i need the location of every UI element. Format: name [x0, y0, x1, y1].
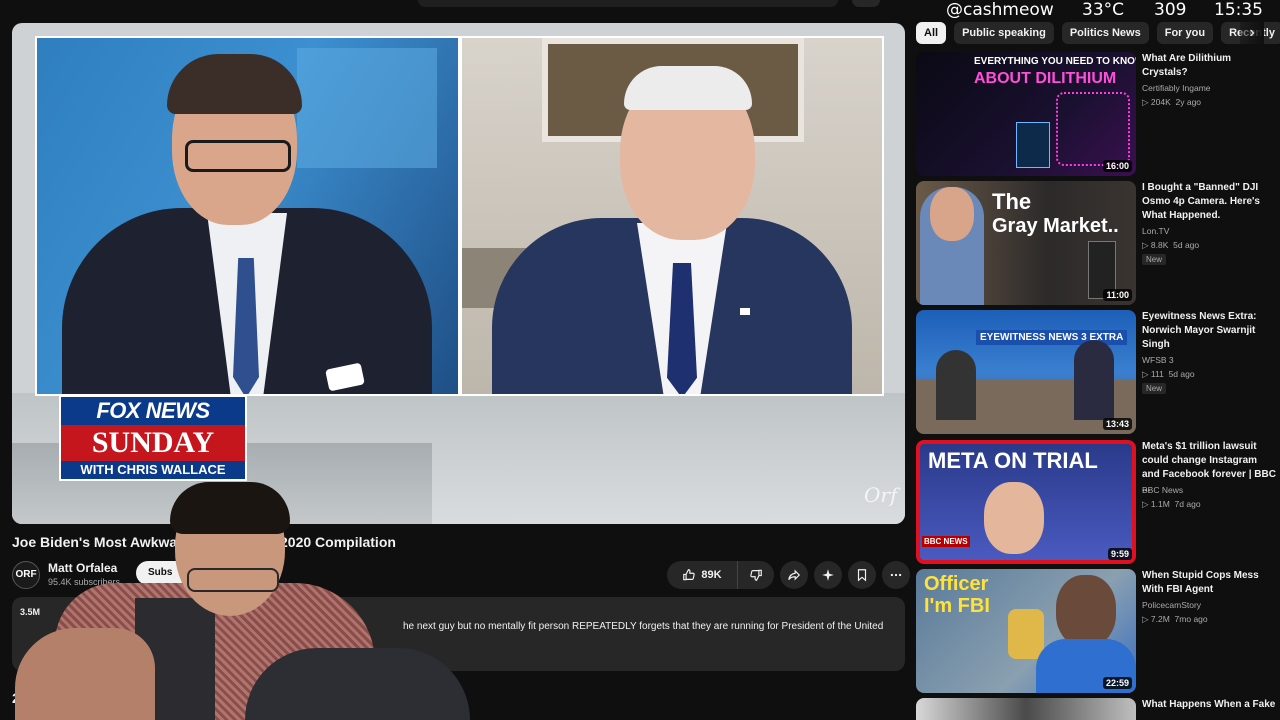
recommended-video[interactable]: What Happens When a Fake — [916, 698, 1280, 720]
chip-politics-news[interactable]: Politics News — [1061, 22, 1149, 44]
search-button[interactable] — [852, 0, 880, 7]
video-card-meta: ▷ 7.2M 7mo ago — [1142, 614, 1208, 624]
like-count: 89K — [701, 569, 722, 581]
share-button[interactable] — [780, 561, 808, 589]
video-card-channel[interactable]: WFSB 3 — [1142, 355, 1174, 365]
video-thumbnail[interactable]: EYEWITNESS NEWS 3 EXTRA 13:43 — [916, 310, 1136, 434]
fox-news-sunday-logo: FOX NEWS SUNDAY WITH CHRIS WALLACE — [59, 395, 247, 481]
split-screen-left — [35, 36, 460, 396]
description-text: he next guy but no mentally fit person R… — [403, 621, 884, 632]
more-button[interactable] — [882, 561, 910, 589]
video-duration: 22:59 — [1102, 677, 1132, 689]
new-badge: New — [1142, 254, 1167, 265]
video-card-title[interactable]: Eyewitness News Extra: Norwich Mayor Swa… — [1142, 310, 1276, 352]
video-card-channel[interactable]: PolicecamStory — [1142, 600, 1201, 610]
recommended-video[interactable]: The Gray Market.. 11:00 I Bought a "Bann… — [916, 181, 1280, 305]
sparkle-icon — [821, 568, 835, 582]
save-button[interactable] — [848, 561, 876, 589]
new-badge: New — [1142, 383, 1167, 394]
video-card-meta: ▷ 111 5d ago — [1142, 369, 1195, 379]
recommended-video[interactable]: EVERYTHING YOU NEED TO KNOW ABOUT DILITH… — [916, 52, 1280, 176]
webcam-overlay — [15, 478, 470, 720]
video-duration: 11:00 — [1103, 289, 1132, 301]
video-card-channel[interactable]: Lon.TV — [1142, 226, 1169, 236]
recommended-video[interactable]: META ON TRIAL BBC NEWS 9:59 Meta's $1 tr… — [916, 440, 1280, 564]
overlay-count: 309 — [1154, 0, 1187, 20]
video-card-title[interactable]: What Happens When a Fake — [1142, 698, 1280, 712]
video-card-channel[interactable]: BBC News — [1142, 485, 1183, 495]
overlay-temperature: 33°C — [1082, 0, 1125, 20]
overlay-clock: 15:35 — [1214, 0, 1263, 20]
ask-button[interactable] — [814, 561, 842, 589]
share-icon — [787, 568, 801, 582]
overlay-handle: @cashmeow — [946, 0, 1054, 20]
video-duration: 16:00 — [1102, 160, 1132, 172]
search-bar[interactable] — [418, 0, 838, 7]
video-duration: 13:43 — [1102, 418, 1132, 430]
channel-watermark: Orf — [864, 483, 898, 507]
recommended-video[interactable]: Officer I'm FBI 22:59 When Stupid Cops M… — [916, 569, 1280, 693]
video-duration: 9:59 — [1107, 548, 1132, 560]
like-button[interactable]: 89K — [667, 561, 738, 589]
chevron-right-icon[interactable]: › — [1240, 22, 1264, 44]
stream-overlay: @cashmeow 33°C 309 15:35 — [938, 0, 1280, 22]
video-actions: 89K — [667, 561, 910, 589]
split-screen-right — [460, 36, 884, 396]
video-card-meta: ▷ 1.1M 7d ago — [1142, 499, 1201, 509]
video-card-channel[interactable]: Certifiably Ingame — [1142, 83, 1211, 93]
video-card-title[interactable]: When Stupid Cops Mess With FBI Agent — [1142, 569, 1276, 597]
chip-all[interactable]: All — [916, 22, 947, 44]
filter-chips: All Public speaking Politics News For yo… — [916, 22, 1280, 44]
video-card-title[interactable]: What Are Dilithium Crystals? — [1142, 52, 1276, 80]
video-card-meta: ▷ 204K 2y ago — [1142, 97, 1202, 107]
video-card-meta: ▷ 8.8K 5d ago — [1142, 240, 1200, 250]
video-thumbnail[interactable]: The Gray Market.. 11:00 — [916, 181, 1136, 305]
thumbs-down-icon — [749, 568, 763, 582]
video-thumbnail[interactable]: META ON TRIAL BBC NEWS 9:59 — [916, 440, 1136, 564]
chip-for-you[interactable]: For you — [1156, 22, 1214, 44]
chip-public-speaking[interactable]: Public speaking — [954, 22, 1054, 44]
video-thumbnail[interactable] — [916, 698, 1136, 720]
dislike-button[interactable] — [738, 561, 774, 589]
video-card-title[interactable]: I Bought a "Banned" DJI Osmo 4p Camera. … — [1142, 181, 1276, 223]
more-icon — [889, 568, 903, 582]
recommended-video[interactable]: EYEWITNESS NEWS 3 EXTRA 13:43 Eyewitness… — [916, 310, 1280, 434]
bookmark-icon — [855, 568, 869, 582]
video-player[interactable]: FOX NEWS SUNDAY WITH CHRIS WALLACE Orf — [12, 23, 905, 524]
video-thumbnail[interactable]: Officer I'm FBI 22:59 — [916, 569, 1136, 693]
thumbs-up-icon — [682, 568, 696, 582]
video-thumbnail[interactable]: EVERYTHING YOU NEED TO KNOW ABOUT DILITH… — [916, 52, 1136, 176]
